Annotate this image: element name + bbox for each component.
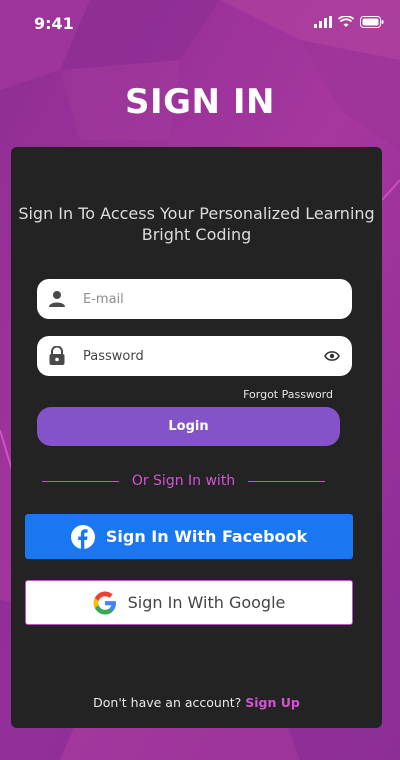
forgot-password-link[interactable]: Forgot Password [243,388,333,401]
google-sign-in-button[interactable]: Sign In With Google [25,580,353,625]
signal-icon [314,15,332,33]
status-bar: 9:41 [0,0,400,46]
page-title: SIGN IN [125,82,275,122]
person-icon [47,289,67,309]
email-field[interactable] [37,279,352,319]
sign-in-card: Sign In To Access Your Personalized Lear… [11,147,382,728]
sign-up-link[interactable]: Sign Up [245,695,300,710]
google-icon [93,591,117,615]
battery-icon [360,15,384,33]
signup-row: Don't have an account? Sign Up [11,695,382,710]
facebook-icon [70,524,95,549]
no-account-text: Don't have an account? [93,695,242,710]
wifi-icon [337,15,355,33]
eye-icon[interactable] [322,346,342,366]
status-time: 9:41 [34,14,74,33]
card-subtitle: Sign In To Access Your Personalized Lear… [18,204,375,244]
status-icons [314,15,384,33]
email-input[interactable] [83,291,303,307]
lock-icon [47,346,67,366]
password-field[interactable] [37,336,352,376]
login-button[interactable]: Login [37,407,340,446]
divider-right [248,481,325,482]
google-button-label: Sign In With Google [127,593,286,612]
password-input[interactable] [83,348,303,364]
facebook-button-label: Sign In With Facebook [105,527,308,546]
facebook-sign-in-button[interactable]: Sign In With Facebook [25,514,353,559]
